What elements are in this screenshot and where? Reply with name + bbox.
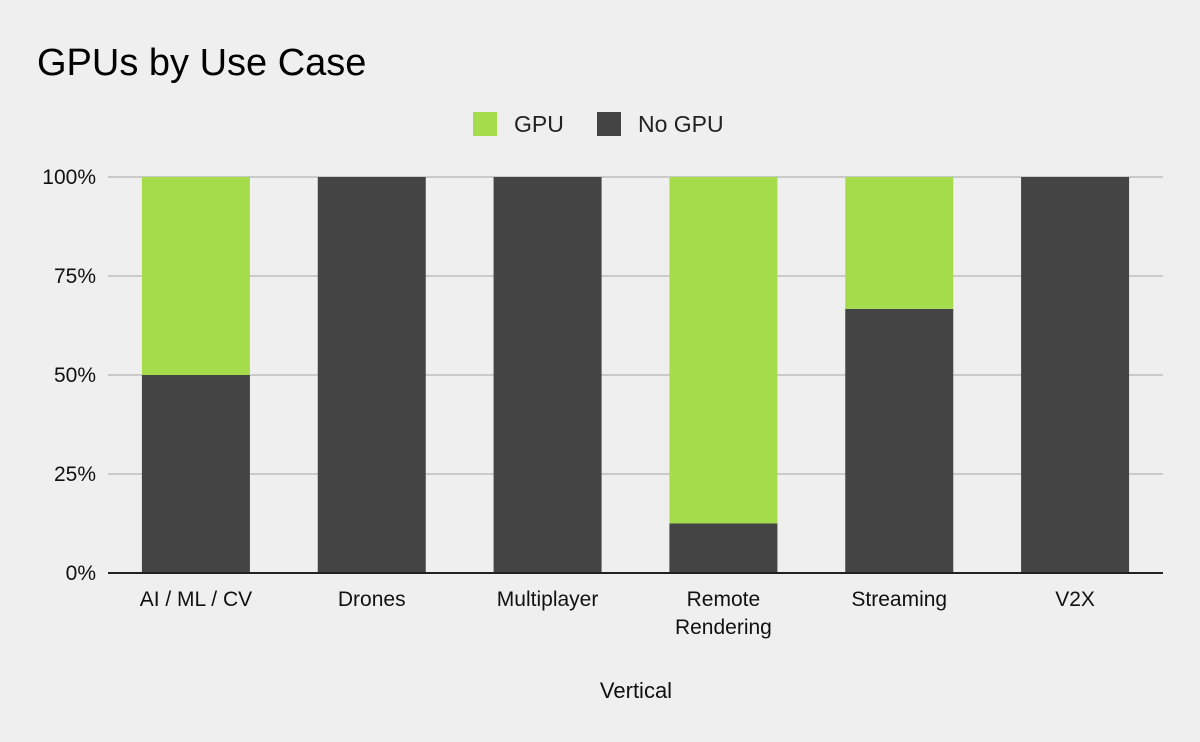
bar-segment-no-gpu <box>669 523 778 573</box>
legend-swatch <box>473 112 497 136</box>
legend-label: GPU <box>514 111 564 137</box>
y-tick-label: 50% <box>54 364 96 387</box>
bar-segment-gpu <box>845 177 954 309</box>
bar-segment-no-gpu <box>493 177 602 573</box>
chart-title: GPUs by Use Case <box>37 42 366 84</box>
y-tick-label: 100% <box>42 166 96 189</box>
x-tick-label: V2X <box>1055 588 1095 611</box>
x-tick-label: Multiplayer <box>497 588 599 611</box>
x-tick-label: Streaming <box>851 588 947 611</box>
legend-label: No GPU <box>638 111 724 137</box>
bar-group <box>845 177 954 573</box>
bar-group <box>141 177 250 573</box>
legend-item: No GPU <box>597 111 724 137</box>
stacked-bar-chart: GPUs by Use Case GPU No GPU 0% 25% 50% 75% 10… <box>0 0 1200 742</box>
bar-segment-gpu <box>141 177 250 375</box>
bar-segment-no-gpu <box>1021 177 1130 573</box>
y-tick-label: 25% <box>54 463 96 486</box>
bar-group <box>1021 177 1130 573</box>
bar-group <box>493 177 602 573</box>
x-tick-label: Drones <box>338 588 406 611</box>
bar-group <box>669 177 778 573</box>
legend-item: GPU <box>473 111 564 137</box>
bar-group <box>317 177 426 573</box>
y-tick-label: 0% <box>66 562 96 585</box>
x-axis-title: Vertical <box>600 678 672 703</box>
bar-segment-no-gpu <box>845 308 954 573</box>
bar-segment-no-gpu <box>141 375 250 573</box>
bar-segment-no-gpu <box>317 177 426 573</box>
x-tick-label: AI / ML / CV <box>140 588 252 611</box>
legend-swatch <box>597 112 621 136</box>
y-tick-label: 75% <box>54 265 96 288</box>
bar-segment-gpu <box>669 177 778 524</box>
